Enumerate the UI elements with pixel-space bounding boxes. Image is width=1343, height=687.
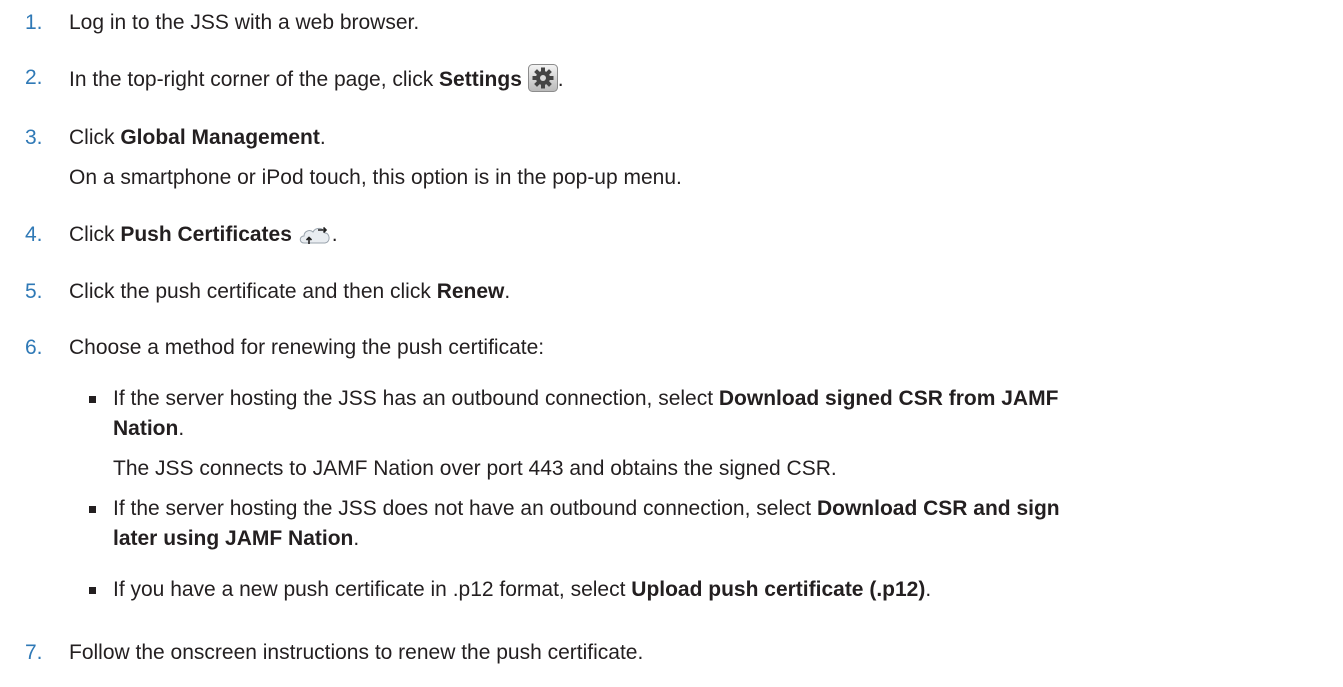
push-certificates-label: Push Certificates xyxy=(120,223,292,246)
step-text: Follow the onscreen instructions to rene… xyxy=(69,641,644,664)
gear-icon xyxy=(527,64,558,100)
bullet xyxy=(89,396,96,403)
option-text-cont: Nation. xyxy=(113,417,185,440)
step-number: 4. xyxy=(25,223,43,246)
step-text: In the top-right corner of the page, cli… xyxy=(69,64,1343,100)
option-text: If the server hosting the JSS does not h… xyxy=(113,497,1060,520)
step-text: Log in to the JSS with a web browser. xyxy=(69,11,420,34)
option-text-cont: later using JAMF Nation. xyxy=(113,527,360,550)
step-number: 7. xyxy=(25,641,43,664)
renew-label: Renew xyxy=(436,280,505,303)
bullet xyxy=(89,506,96,513)
bullet xyxy=(89,587,96,594)
step-text: Click the push certificate and then clic… xyxy=(69,280,511,303)
step-number: 3. xyxy=(25,126,43,149)
step-number: 1. xyxy=(25,11,43,34)
step-number: 2. xyxy=(25,66,43,89)
settings-label: Settings xyxy=(439,68,522,91)
step-text: Click Push Certificates . xyxy=(69,221,1343,255)
global-management-label: Global Management xyxy=(120,126,320,149)
step-text: Click Global Management. xyxy=(69,126,326,149)
option-note: The JSS connects to JAMF Nation over por… xyxy=(113,457,837,480)
option-text: If the server hosting the JSS has an out… xyxy=(113,387,1059,410)
cloud-arrows-icon xyxy=(298,223,332,255)
step-note: On a smartphone or iPod touch, this opti… xyxy=(69,166,682,189)
option-text: If you have a new push certificate in .p… xyxy=(113,578,932,601)
step-number: 5. xyxy=(25,280,43,303)
step-text: Choose a method for renewing the push ce… xyxy=(69,336,545,359)
step-number: 6. xyxy=(25,336,43,359)
